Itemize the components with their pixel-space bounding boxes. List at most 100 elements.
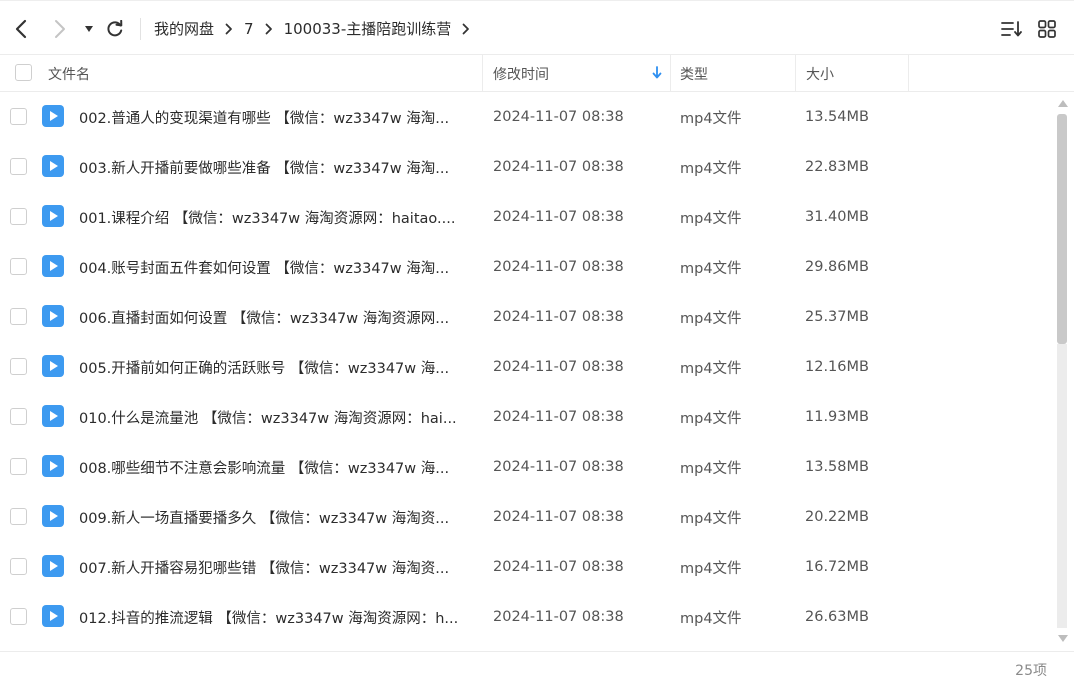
file-type: mp4文件 (680, 360, 742, 377)
file-size: 20.22MB (805, 509, 869, 525)
file-size: 25.37MB (805, 309, 869, 325)
file-row[interactable]: 010.什么是流量池 【微信：wz3347w 海淘资源网：hai... 2024… (0, 392, 1050, 442)
column-modified-header[interactable]: 修改时间 (493, 55, 549, 92)
row-checkbox[interactable] (10, 158, 27, 175)
file-row[interactable]: 009.新人一场直播要播多久 【微信：wz3347w 海淘资... 2024-1… (0, 492, 1050, 542)
file-type: mp4文件 (680, 460, 742, 477)
column-divider[interactable] (482, 55, 483, 92)
sort-icon (1001, 21, 1022, 37)
file-modified: 2024-11-07 08:38 (493, 609, 624, 625)
chevron-right-icon (225, 23, 233, 35)
file-size: 22.83MB (805, 159, 869, 175)
file-modified: 2024-11-07 08:38 (493, 109, 624, 125)
file-name: 012.抖音的推流逻辑 【微信：wz3347w 海淘资源网：h... (79, 610, 459, 627)
file-type: mp4文件 (680, 560, 742, 577)
row-checkbox[interactable] (10, 308, 27, 325)
video-file-icon (42, 455, 64, 477)
file-modified: 2024-11-07 08:38 (493, 409, 624, 425)
file-row[interactable]: 004.账号封面五件套如何设置 【微信：wz3347w 海淘... 2024-1… (0, 242, 1050, 292)
back-button[interactable] (9, 15, 33, 43)
file-row[interactable]: 003.新人开播前要做哪些准备 【微信：wz3347w 海淘... 2024-1… (0, 142, 1050, 192)
file-name: 006.直播封面如何设置 【微信：wz3347w 海淘资源网... (79, 310, 450, 327)
file-name: 008.哪些细节不注意会影响流量 【微信：wz3347w 海... (79, 460, 450, 477)
file-row[interactable]: 012.抖音的推流逻辑 【微信：wz3347w 海淘资源网：h... 2024-… (0, 592, 1050, 642)
file-type: mp4文件 (680, 410, 742, 427)
file-modified: 2024-11-07 08:38 (493, 509, 624, 525)
column-divider[interactable] (795, 55, 796, 92)
file-size: 13.58MB (805, 459, 869, 475)
file-modified: 2024-11-07 08:38 (493, 559, 624, 575)
file-size: 11.93MB (805, 409, 869, 425)
row-checkbox[interactable] (10, 108, 27, 125)
row-checkbox[interactable] (10, 558, 27, 575)
forward-icon (55, 20, 65, 38)
file-row[interactable]: 001.课程介绍 【微信：wz3347w 海淘资源网：haitao.... 20… (0, 192, 1050, 242)
file-size: 29.86MB (805, 259, 869, 275)
file-modified: 2024-11-07 08:38 (493, 159, 624, 175)
file-name: 001.课程介绍 【微信：wz3347w 海淘资源网：haitao.... (79, 210, 456, 227)
file-size: 13.54MB (805, 109, 869, 125)
file-size: 16.72MB (805, 559, 869, 575)
file-manager-window: 我的网盘 7 100033-主播陪跑训练营 文件名 修改时间 类型 大小 002… (0, 0, 1074, 687)
breadcrumb-item-root[interactable]: 我的网盘 (154, 18, 214, 39)
column-size-header[interactable]: 大小 (806, 55, 834, 92)
breadcrumb-item-current[interactable]: 100033-主播陪跑训练营 (284, 18, 452, 39)
chevron-right-icon[interactable] (462, 23, 470, 35)
file-type: mp4文件 (680, 610, 742, 627)
scroll-up-icon[interactable] (1057, 98, 1069, 108)
vertical-scrollbar[interactable] (1053, 92, 1074, 650)
file-size: 12.16MB (805, 359, 869, 375)
file-name: 002.普通人的变现渠道有哪些 【微信：wz3347w 海淘... (79, 110, 450, 127)
item-count: 25项 (1015, 663, 1047, 679)
grid-view-button[interactable] (1035, 17, 1059, 41)
row-checkbox[interactable] (10, 508, 27, 525)
file-row[interactable]: 008.哪些细节不注意会影响流量 【微信：wz3347w 海... 2024-1… (0, 442, 1050, 492)
row-checkbox[interactable] (10, 258, 27, 275)
file-row[interactable]: 006.直播封面如何设置 【微信：wz3347w 海淘资源网... 2024-1… (0, 292, 1050, 342)
row-checkbox[interactable] (10, 358, 27, 375)
file-row[interactable]: 005.开播前如何正确的活跃账号 【微信：wz3347w 海... 2024-1… (0, 342, 1050, 392)
row-checkbox[interactable] (10, 458, 27, 475)
scrollbar-thumb[interactable] (1057, 114, 1067, 344)
file-type: mp4文件 (680, 310, 742, 327)
column-name-header[interactable]: 文件名 (48, 55, 90, 92)
file-type: mp4文件 (680, 260, 742, 277)
video-file-icon (42, 305, 64, 327)
column-divider[interactable] (670, 55, 671, 92)
file-name: 005.开播前如何正确的活跃账号 【微信：wz3347w 海... (79, 360, 450, 377)
history-dropdown-button[interactable] (78, 15, 100, 43)
video-file-icon (42, 355, 64, 377)
refresh-button[interactable] (103, 15, 127, 43)
toolbar: 我的网盘 7 100033-主播陪跑训练营 (0, 0, 1074, 55)
file-type: mp4文件 (680, 210, 742, 227)
video-file-icon (42, 205, 64, 227)
file-list: 002.普通人的变现渠道有哪些 【微信：wz3347w 海淘... 2024-1… (0, 92, 1050, 650)
column-divider[interactable] (908, 55, 909, 92)
select-all-checkbox[interactable] (15, 64, 32, 81)
column-type-header[interactable]: 类型 (680, 55, 708, 92)
file-row[interactable]: 007.新人开播容易犯哪些错 【微信：wz3347w 海淘资... 2024-1… (0, 542, 1050, 592)
file-type: mp4文件 (680, 160, 742, 177)
video-file-icon (42, 255, 64, 277)
file-size: 31.40MB (805, 209, 869, 225)
scrollbar-track[interactable] (1057, 344, 1067, 628)
file-row[interactable]: 002.普通人的变现渠道有哪些 【微信：wz3347w 海淘... 2024-1… (0, 92, 1050, 142)
scroll-down-icon[interactable] (1057, 634, 1069, 644)
forward-button[interactable] (48, 15, 72, 43)
row-checkbox[interactable] (10, 408, 27, 425)
file-modified: 2024-11-07 08:38 (493, 459, 624, 475)
file-name: 010.什么是流量池 【微信：wz3347w 海淘资源网：hai... (79, 410, 457, 427)
file-modified: 2024-11-07 08:38 (493, 209, 624, 225)
file-size: 26.63MB (805, 609, 869, 625)
row-checkbox[interactable] (10, 608, 27, 625)
file-modified: 2024-11-07 08:38 (493, 309, 624, 325)
breadcrumb-item-folder[interactable]: 7 (244, 20, 254, 38)
back-icon (15, 19, 27, 39)
file-name: 003.新人开播前要做哪些准备 【微信：wz3347w 海淘... (79, 160, 450, 177)
status-bar: 25项 (0, 651, 1074, 687)
breadcrumb: 我的网盘 7 100033-主播陪跑训练营 (154, 1, 481, 56)
file-modified: 2024-11-07 08:38 (493, 359, 624, 375)
sort-button[interactable] (1000, 17, 1024, 41)
row-checkbox[interactable] (10, 208, 27, 225)
refresh-icon (107, 20, 123, 37)
